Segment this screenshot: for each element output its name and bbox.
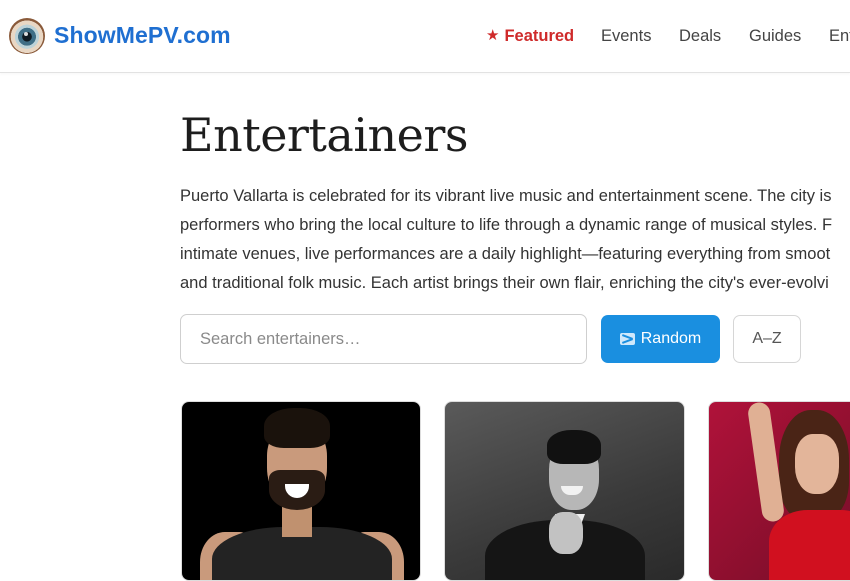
nav-item-deals[interactable]: Deals xyxy=(679,27,721,46)
intro-paragraph: Puerto Vallarta is celebrated for its vi… xyxy=(180,182,850,298)
star-icon: ★ xyxy=(486,27,500,44)
site-header: ShowMePV.com ★ Featured Events Deals Guid… xyxy=(0,0,850,73)
eye-icon[interactable] xyxy=(9,18,45,54)
search-input[interactable] xyxy=(180,314,587,364)
nav-item-featured[interactable]: ★ Featured xyxy=(486,27,574,46)
entertainer-card-2[interactable] xyxy=(444,401,685,581)
random-button[interactable]: Random xyxy=(601,315,720,363)
random-button-label: Random xyxy=(640,330,702,347)
nav-item-guides[interactable]: Guides xyxy=(749,27,801,46)
entertainer-card-3[interactable] xyxy=(708,401,850,581)
site-brand[interactable]: ShowMePV.com xyxy=(54,22,231,49)
shuffle-icon xyxy=(619,333,635,345)
entertainer-card-1[interactable] xyxy=(181,401,421,581)
intro-line: Puerto Vallarta is celebrated for its vi… xyxy=(180,187,832,205)
page-title: Entertainers xyxy=(180,108,468,162)
nav-item-entertainers[interactable]: Ent xyxy=(829,27,850,46)
intro-line: performers who bring the local culture t… xyxy=(180,216,833,234)
az-sort-button[interactable]: A–Z xyxy=(733,315,801,363)
intro-line: intimate venues, live performances are a… xyxy=(180,245,831,263)
intro-line: and traditional folk music. Each artist … xyxy=(180,274,829,292)
nav-item-events[interactable]: Events xyxy=(601,27,651,46)
nav-item-label: Featured xyxy=(504,27,575,45)
